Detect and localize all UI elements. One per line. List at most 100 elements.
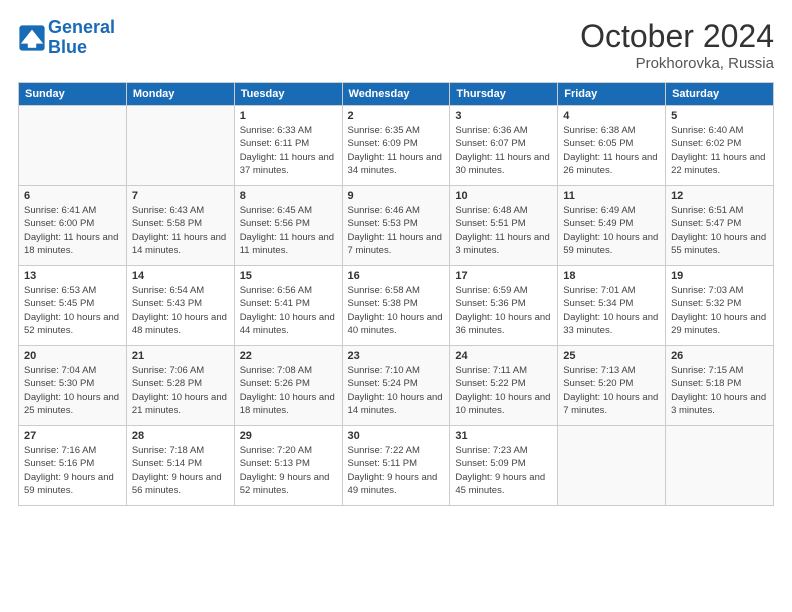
calendar: SundayMondayTuesdayWednesdayThursdayFrid…: [18, 82, 774, 506]
day-number: 31: [455, 430, 552, 442]
day-number: 18: [563, 270, 660, 282]
calendar-cell: 29Sunrise: 7:20 AM Sunset: 5:13 PM Dayli…: [234, 426, 342, 506]
calendar-cell: 3 Sunrise: 6:36 AM Sunset: 6:07 PM Daylig…: [450, 106, 558, 186]
header: General Blue October 2024 Prokhorovka, R…: [18, 18, 774, 72]
calendar-cell: 2Sunrise: 6:35 AM Sunset: 6:09 PM Daylig…: [342, 106, 450, 186]
page: General Blue October 2024 Prokhorovka, R…: [0, 0, 792, 612]
weekday-header: Sunday: [19, 83, 127, 106]
day-number: 21: [132, 350, 229, 362]
calendar-week-row: 13Sunrise: 6:53 AM Sunset: 5:45 PM Dayli…: [19, 266, 774, 346]
day-number: 27: [24, 430, 121, 442]
day-number: 28: [132, 430, 229, 442]
day-number: 7: [132, 190, 229, 202]
calendar-cell: 12 Sunrise: 6:51 AM Sunset: 5:47 PM Dayli…: [666, 186, 774, 266]
calendar-cell: [126, 106, 234, 186]
day-info: Sunrise: 6:45 AM Sunset: 5:56 PM Dayligh…: [240, 204, 337, 257]
calendar-cell: 18 Sunrise: 7:01 AM Sunset: 5:34 PM Dayli…: [558, 266, 666, 346]
day-info: Sunrise: 7:03 AM Sunset: 5:32 PM Dayligh…: [671, 284, 768, 337]
day-info: Sunrise: 6:56 AM Sunset: 5:41 PM Dayligh…: [240, 284, 337, 337]
day-info: Sunrise: 7:06 AM Sunset: 5:28 PM Dayligh…: [132, 364, 229, 417]
day-info: Sunrise: 6:59 AM Sunset: 5:36 PM Dayligh…: [455, 284, 552, 337]
logo-text: General Blue: [48, 18, 115, 58]
day-number: 14: [132, 270, 229, 282]
day-number: 8: [240, 190, 337, 202]
calendar-cell: 9 Sunrise: 6:46 AM Sunset: 5:53 PM Daylig…: [342, 186, 450, 266]
calendar-cell: 5Sunrise: 6:40 AM Sunset: 6:02 PM Daylig…: [666, 106, 774, 186]
calendar-cell: 17Sunrise: 6:59 AM Sunset: 5:36 PM Dayli…: [450, 266, 558, 346]
title-block: October 2024 Prokhorovka, Russia: [580, 18, 774, 72]
day-number: 29: [240, 430, 337, 442]
day-number: 13: [24, 270, 121, 282]
day-info: Sunrise: 6:33 AM Sunset: 6:11 PM Dayligh…: [240, 124, 337, 177]
day-number: 6: [24, 190, 121, 202]
calendar-cell: [666, 426, 774, 506]
calendar-cell: [19, 106, 127, 186]
weekday-header: Thursday: [450, 83, 558, 106]
month-title: October 2024: [580, 18, 774, 55]
calendar-cell: 15 Sunrise: 6:56 AM Sunset: 5:41 PM Dayli…: [234, 266, 342, 346]
weekday-header: Monday: [126, 83, 234, 106]
day-info: Sunrise: 7:15 AM Sunset: 5:18 PM Dayligh…: [671, 364, 768, 417]
day-info: Sunrise: 6:49 AM Sunset: 5:49 PM Dayligh…: [563, 204, 660, 257]
day-info: Sunrise: 6:43 AM Sunset: 5:58 PM Dayligh…: [132, 204, 229, 257]
logo: General Blue: [18, 18, 115, 58]
calendar-week-row: 1 Sunrise: 6:33 AM Sunset: 6:11 PM Daylig…: [19, 106, 774, 186]
day-number: 22: [240, 350, 337, 362]
calendar-cell: 30 Sunrise: 7:22 AM Sunset: 5:11 PM Dayli…: [342, 426, 450, 506]
day-info: Sunrise: 7:08 AM Sunset: 5:26 PM Dayligh…: [240, 364, 337, 417]
day-info: Sunrise: 7:18 AM Sunset: 5:14 PM Dayligh…: [132, 444, 229, 497]
day-number: 19: [671, 270, 768, 282]
logo-line1: General: [48, 17, 115, 37]
calendar-cell: 26Sunrise: 7:15 AM Sunset: 5:18 PM Dayli…: [666, 346, 774, 426]
calendar-cell: 27Sunrise: 7:16 AM Sunset: 5:16 PM Dayli…: [19, 426, 127, 506]
day-number: 16: [348, 270, 445, 282]
day-number: 15: [240, 270, 337, 282]
day-number: 20: [24, 350, 121, 362]
calendar-cell: 21 Sunrise: 7:06 AM Sunset: 5:28 PM Dayli…: [126, 346, 234, 426]
calendar-week-row: 6 Sunrise: 6:41 AM Sunset: 6:00 PM Daylig…: [19, 186, 774, 266]
day-info: Sunrise: 7:23 AM Sunset: 5:09 PM Dayligh…: [455, 444, 552, 497]
day-number: 9: [348, 190, 445, 202]
calendar-cell: 31 Sunrise: 7:23 AM Sunset: 5:09 PM Dayli…: [450, 426, 558, 506]
logo-line2: Blue: [48, 37, 87, 57]
logo-icon: [18, 24, 46, 52]
day-info: Sunrise: 6:41 AM Sunset: 6:00 PM Dayligh…: [24, 204, 121, 257]
day-info: Sunrise: 7:04 AM Sunset: 5:30 PM Dayligh…: [24, 364, 121, 417]
day-number: 3: [455, 110, 552, 122]
calendar-week-row: 27Sunrise: 7:16 AM Sunset: 5:16 PM Dayli…: [19, 426, 774, 506]
day-number: 10: [455, 190, 552, 202]
weekday-header: Wednesday: [342, 83, 450, 106]
day-number: 12: [671, 190, 768, 202]
day-number: 5: [671, 110, 768, 122]
calendar-cell: 25Sunrise: 7:13 AM Sunset: 5:20 PM Dayli…: [558, 346, 666, 426]
day-number: 1: [240, 110, 337, 122]
calendar-cell: 1 Sunrise: 6:33 AM Sunset: 6:11 PM Daylig…: [234, 106, 342, 186]
calendar-cell: 19 Sunrise: 7:03 AM Sunset: 5:32 PM Dayli…: [666, 266, 774, 346]
day-info: Sunrise: 6:58 AM Sunset: 5:38 PM Dayligh…: [348, 284, 445, 337]
calendar-cell: 20 Sunrise: 7:04 AM Sunset: 5:30 PM Dayli…: [19, 346, 127, 426]
location: Prokhorovka, Russia: [580, 55, 774, 72]
day-info: Sunrise: 6:35 AM Sunset: 6:09 PM Dayligh…: [348, 124, 445, 177]
calendar-cell: 13Sunrise: 6:53 AM Sunset: 5:45 PM Dayli…: [19, 266, 127, 346]
day-number: 30: [348, 430, 445, 442]
day-info: Sunrise: 6:54 AM Sunset: 5:43 PM Dayligh…: [132, 284, 229, 337]
day-info: Sunrise: 7:22 AM Sunset: 5:11 PM Dayligh…: [348, 444, 445, 497]
day-number: 11: [563, 190, 660, 202]
calendar-cell: 7 Sunrise: 6:43 AM Sunset: 5:58 PM Daylig…: [126, 186, 234, 266]
calendar-cell: 23Sunrise: 7:10 AM Sunset: 5:24 PM Dayli…: [342, 346, 450, 426]
calendar-cell: 8 Sunrise: 6:45 AM Sunset: 5:56 PM Daylig…: [234, 186, 342, 266]
day-info: Sunrise: 6:48 AM Sunset: 5:51 PM Dayligh…: [455, 204, 552, 257]
calendar-cell: 6 Sunrise: 6:41 AM Sunset: 6:00 PM Daylig…: [19, 186, 127, 266]
calendar-cell: 4Sunrise: 6:38 AM Sunset: 6:05 PM Daylig…: [558, 106, 666, 186]
calendar-cell: 24Sunrise: 7:11 AM Sunset: 5:22 PM Dayli…: [450, 346, 558, 426]
weekday-header: Saturday: [666, 83, 774, 106]
calendar-cell: 22 Sunrise: 7:08 AM Sunset: 5:26 PM Dayli…: [234, 346, 342, 426]
calendar-week-row: 20 Sunrise: 7:04 AM Sunset: 5:30 PM Dayli…: [19, 346, 774, 426]
day-info: Sunrise: 6:46 AM Sunset: 5:53 PM Dayligh…: [348, 204, 445, 257]
day-info: Sunrise: 6:51 AM Sunset: 5:47 PM Dayligh…: [671, 204, 768, 257]
weekday-header: Tuesday: [234, 83, 342, 106]
calendar-cell: [558, 426, 666, 506]
day-info: Sunrise: 6:36 AM Sunset: 6:07 PM Dayligh…: [455, 124, 552, 177]
calendar-cell: 28 Sunrise: 7:18 AM Sunset: 5:14 PM Dayli…: [126, 426, 234, 506]
day-info: Sunrise: 7:01 AM Sunset: 5:34 PM Dayligh…: [563, 284, 660, 337]
